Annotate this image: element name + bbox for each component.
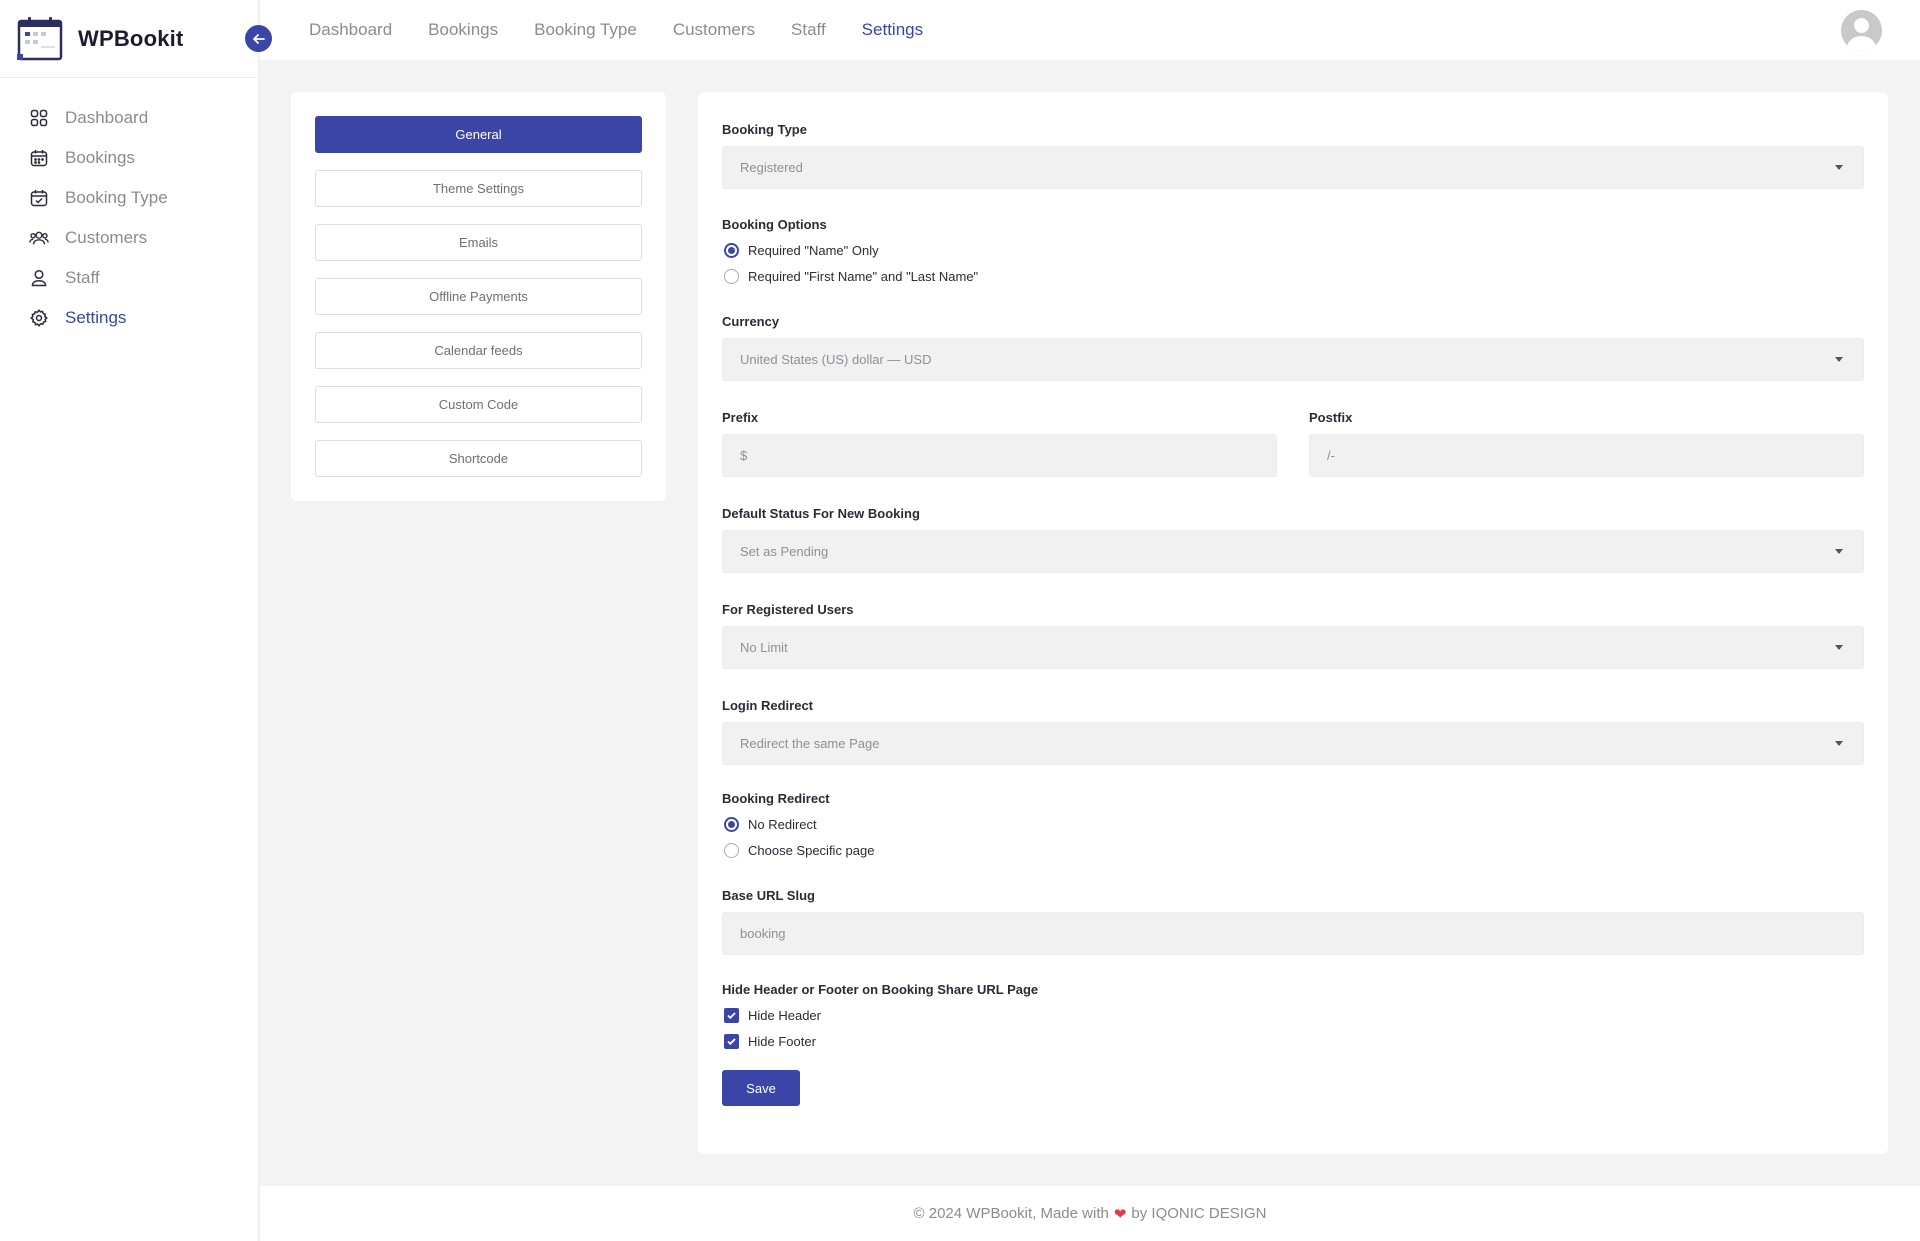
gear-icon — [29, 308, 49, 328]
topnav-customers[interactable]: Customers — [673, 20, 755, 40]
sidebar-item-label: Customers — [65, 228, 148, 247]
settings-tab-emails[interactable]: Emails — [315, 224, 642, 261]
user-icon — [29, 268, 49, 288]
users-icon — [29, 228, 49, 248]
checkbox-checked-icon — [724, 1007, 739, 1023]
sidebar-item-label: Bookings — [65, 148, 135, 167]
radio-checked-icon — [724, 242, 739, 258]
chevron-down-icon — [1835, 645, 1843, 650]
topbar: Dashboard Bookings Booking Type Customer… — [260, 0, 1920, 60]
sidebar: WPBookit Dashboard Bookings Booking Type… — [0, 0, 272, 1241]
settings-tab-offline-payments[interactable]: Offline Payments — [315, 278, 642, 315]
radio-checked-icon — [724, 816, 739, 832]
settings-tab-general[interactable]: General — [315, 116, 642, 153]
currency-label: Currency — [722, 314, 780, 329]
default-status-select[interactable]: Set as Pending — [722, 530, 1864, 573]
prefix-input[interactable]: $ — [722, 434, 1277, 477]
chevron-down-icon — [1835, 741, 1843, 746]
prefix-label: Prefix — [722, 410, 759, 425]
settings-tab-custom-code[interactable]: Custom Code — [315, 386, 642, 423]
calendar-icon — [29, 148, 49, 168]
footer-credit: by IQONIC DESIGN — [1131, 1205, 1267, 1222]
sidebar-item-dashboard[interactable]: Dashboard — [0, 98, 258, 138]
sidebar-item-settings[interactable]: Settings — [0, 298, 258, 338]
postfix-label: Postfix — [1309, 410, 1353, 425]
heart-icon: ❤ — [1113, 1205, 1127, 1223]
sidebar-item-booking-type[interactable]: Booking Type — [0, 178, 258, 218]
booking-options-label: Booking Options — [722, 217, 827, 232]
sidebar-item-customers[interactable]: Customers — [0, 218, 258, 258]
booking-option-name-only[interactable]: Required "Name" Only — [722, 237, 1864, 263]
radio-label: Required "Name" Only — [748, 242, 879, 258]
sidebar-collapse-button[interactable] — [245, 25, 272, 52]
booking-option-first-last-name[interactable]: Required "First Name" and "Last Name" — [722, 263, 1864, 289]
booking-type-label: Booking Type — [722, 122, 807, 137]
sidebar-item-label: Dashboard — [65, 108, 149, 127]
login-redirect-label: Login Redirect — [722, 698, 814, 713]
settings-tab-calendar-feeds[interactable]: Calendar feeds — [315, 332, 642, 369]
radio-label: Choose Specific page — [748, 842, 875, 858]
booking-redirect-none[interactable]: No Redirect — [722, 811, 1864, 837]
default-status-value: Set as Pending — [740, 544, 829, 559]
radio-label: No Redirect — [748, 816, 817, 832]
footer-copyright: © 2024 WPBookit, Made with — [913, 1205, 1109, 1222]
general-settings-form: Booking Type Registered Booking Options … — [698, 92, 1888, 1154]
topnav-dashboard[interactable]: Dashboard — [309, 20, 392, 40]
registered-users-value: No Limit — [740, 640, 788, 655]
chevron-down-icon — [1835, 165, 1843, 170]
prefix-placeholder: $ — [740, 448, 748, 463]
checkbox-label: Hide Footer — [748, 1033, 816, 1049]
arrow-left-icon — [252, 33, 265, 44]
sidebar-item-label: Settings — [65, 308, 127, 327]
base-url-slug-label: Base URL Slug — [722, 888, 815, 903]
brand-name: WPBookit — [78, 25, 184, 51]
radio-unchecked-icon — [724, 268, 739, 284]
base-url-slug-placeholder: booking — [740, 926, 786, 941]
settings-tabs-panel: General Theme Settings Emails Offline Pa… — [291, 92, 666, 501]
calendar-check-icon — [29, 188, 49, 208]
top-nav: Dashboard Bookings Booking Type Customer… — [309, 20, 959, 40]
sidebar-item-label: Staff — [65, 268, 100, 287]
registered-users-label: For Registered Users — [722, 602, 854, 617]
sidebar-item-bookings[interactable]: Bookings — [0, 138, 258, 178]
hide-header-checkbox[interactable]: Hide Header — [722, 1002, 1864, 1028]
topnav-settings[interactable]: Settings — [862, 20, 923, 40]
chevron-down-icon — [1835, 357, 1843, 362]
brand: WPBookit — [0, 0, 258, 78]
checkbox-checked-icon — [724, 1033, 739, 1049]
settings-tab-theme-settings[interactable]: Theme Settings — [315, 170, 642, 207]
avatar-icon — [1841, 10, 1882, 51]
brand-logo-icon — [17, 16, 64, 61]
registered-users-select[interactable]: No Limit — [722, 626, 1864, 669]
topnav-staff[interactable]: Staff — [791, 20, 826, 40]
booking-type-select[interactable]: Registered — [722, 146, 1864, 189]
dashboard-grid-icon — [29, 108, 49, 128]
radio-label: Required "First Name" and "Last Name" — [748, 268, 979, 284]
sidebar-nav: Dashboard Bookings Booking Type Customer… — [0, 78, 258, 338]
base-url-slug-input[interactable]: booking — [722, 912, 1864, 955]
checkbox-label: Hide Header — [748, 1007, 821, 1023]
login-redirect-value: Redirect the same Page — [740, 736, 880, 751]
user-avatar[interactable] — [1841, 10, 1882, 51]
booking-type-value: Registered — [740, 160, 803, 175]
hide-header-footer-label: Hide Header or Footer on Booking Share U… — [722, 982, 1039, 997]
topnav-booking-type[interactable]: Booking Type — [534, 20, 637, 40]
postfix-input[interactable]: /- — [1309, 434, 1864, 477]
settings-tab-shortcode[interactable]: Shortcode — [315, 440, 642, 477]
postfix-placeholder: /- — [1327, 448, 1335, 463]
default-status-label: Default Status For New Booking — [722, 506, 920, 521]
sidebar-item-staff[interactable]: Staff — [0, 258, 258, 298]
footer: © 2024 WPBookit, Made with ❤ by IQONIC D… — [260, 1186, 1920, 1241]
save-button[interactable]: Save — [722, 1070, 800, 1106]
currency-select[interactable]: United States (US) dollar — USD — [722, 338, 1864, 381]
chevron-down-icon — [1835, 549, 1843, 554]
booking-redirect-specific-page[interactable]: Choose Specific page — [722, 837, 1864, 863]
topnav-bookings[interactable]: Bookings — [428, 20, 498, 40]
currency-value: United States (US) dollar — USD — [740, 352, 932, 367]
sidebar-item-label: Booking Type — [65, 188, 168, 207]
booking-redirect-label: Booking Redirect — [722, 791, 830, 806]
login-redirect-select[interactable]: Redirect the same Page — [722, 722, 1864, 765]
hide-footer-checkbox[interactable]: Hide Footer — [722, 1028, 1864, 1054]
radio-unchecked-icon — [724, 842, 739, 858]
